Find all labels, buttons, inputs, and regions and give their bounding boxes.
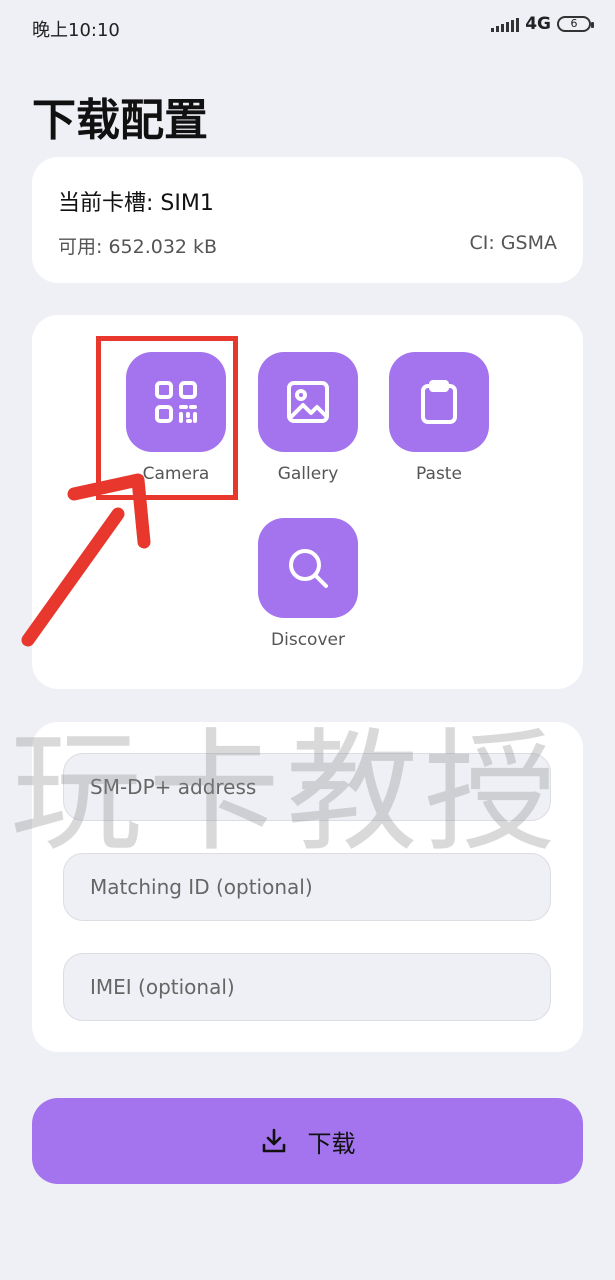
gallery-label: Gallery: [277, 464, 339, 484]
status-time: 晚上10:10: [32, 20, 120, 41]
clipboard-icon: [421, 380, 457, 424]
battery-icon: 6: [557, 16, 594, 32]
discover-label: Discover: [271, 630, 345, 650]
imei-input[interactable]: IMEI (optional): [63, 953, 551, 1021]
paste-button[interactable]: Paste: [389, 352, 489, 484]
annotation-arrow: [21, 473, 151, 647]
download-button[interactable]: 下载: [32, 1098, 583, 1184]
download-icon: [262, 1128, 285, 1153]
signal-icon: [491, 16, 520, 32]
gallery-tile[interactable]: [258, 352, 358, 452]
download-label: 下载: [307, 1129, 356, 1158]
paste-tile[interactable]: [389, 352, 489, 452]
paste-label: Paste: [416, 464, 462, 484]
available-space: 可用: 652.032 kB: [58, 236, 218, 258]
discover-button[interactable]: Discover: [258, 518, 358, 650]
image-icon: [287, 381, 329, 423]
ci-label: CI: GSMA: [469, 232, 558, 254]
status-bar: 晚上10:10 4G 6: [0, 0, 615, 56]
sim-info-card: 当前卡槽: SIM1 可用: 652.032 kB CI: GSMA: [32, 157, 583, 283]
watermark: 玩卡教授: [10, 716, 562, 870]
network-type: 4G: [525, 14, 551, 34]
discover-tile[interactable]: [258, 518, 358, 618]
search-icon: [289, 549, 328, 588]
page-title: 下载配置: [32, 95, 208, 146]
gallery-button[interactable]: Gallery: [258, 352, 358, 484]
sim-slot-label: 当前卡槽: SIM1: [58, 191, 214, 216]
status-icons: 4G 6: [491, 14, 594, 34]
